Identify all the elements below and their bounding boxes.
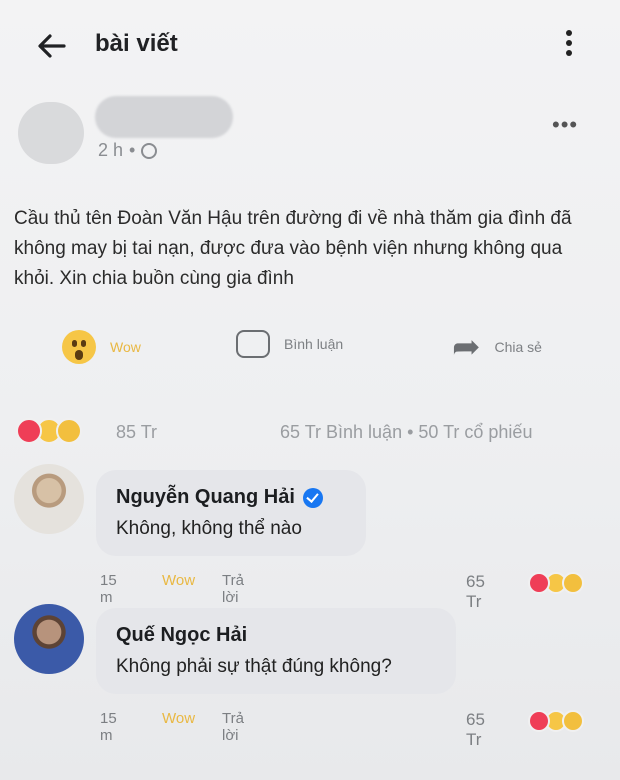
comments-shares-summary[interactable]: 65 Tr Bình luận • 50 Tr cổ phiếu [280, 422, 532, 443]
more-vertical-icon[interactable] [556, 26, 582, 66]
wow-emoji-icon [62, 330, 96, 364]
author-name-redacted[interactable] [95, 96, 233, 138]
post-meta: 2 h • [98, 140, 158, 161]
comment-react-button[interactable]: Wow [162, 710, 195, 727]
react-button[interactable]: Wow [62, 330, 141, 364]
comment-bubble [96, 470, 366, 556]
page-title: bài viết [95, 30, 178, 57]
love-reaction-icon [528, 710, 550, 732]
comment-reaction-icons[interactable] [528, 710, 584, 732]
commenter-name-text[interactable]: Quế Ngọc Hải [116, 624, 247, 647]
comment-button[interactable]: Bình luận [236, 330, 343, 358]
author-avatar[interactable] [18, 102, 84, 164]
commenter-name[interactable]: Nguyễn Quang Hải [116, 486, 323, 509]
comment-label: Bình luận [284, 336, 344, 352]
post-stats: 85 Tr 65 Tr Bình luận • 50 Tr cổ phiếu [0, 416, 620, 452]
react-label: Wow [110, 339, 141, 355]
sad-reaction-icon [562, 572, 584, 594]
share-button[interactable]: ➦ Chia sẻ [452, 330, 542, 364]
post-time: 2 h [98, 140, 124, 160]
globe-icon [141, 142, 158, 159]
back-arrow-icon[interactable] [34, 30, 70, 62]
share-icon: ➦ [452, 328, 481, 366]
sad-reaction-icon [562, 710, 584, 732]
comment-time: 15 m [100, 710, 117, 744]
more-horizontal-icon[interactable]: ••• [552, 112, 578, 138]
comment-reply-button[interactable]: Trả lời [222, 572, 244, 606]
share-label: Chia sẻ [494, 339, 542, 355]
comment-reply-button[interactable]: Trả lời [222, 710, 244, 744]
post-screen: bài viết 2 h • ••• Cầu thủ tên Đoàn Văn … [0, 0, 620, 780]
action-bar: Wow Bình luận ➦ Chia sẻ [0, 322, 620, 380]
comment-reaction-icons[interactable] [528, 572, 584, 594]
love-reaction-icon [528, 572, 550, 594]
comment-reaction-count[interactable]: 65 Tr [466, 572, 485, 612]
comment-text: Không phải sự thật đúng không? [116, 656, 392, 677]
commenter-avatar[interactable] [14, 604, 84, 674]
comment-icon [236, 330, 270, 358]
love-reaction-icon [16, 418, 42, 444]
commenter-name[interactable]: Quế Ngọc Hải [116, 624, 247, 647]
reaction-count[interactable]: 85 Tr [116, 422, 157, 443]
sad-reaction-icon [56, 418, 82, 444]
comment-text: Không, không thể nào [116, 518, 302, 539]
verified-badge-icon [302, 487, 323, 508]
reaction-icons[interactable] [16, 418, 82, 444]
commenter-name-text[interactable]: Nguyễn Quang Hải [116, 486, 295, 509]
top-bar: bài viết [0, 0, 620, 90]
comment-react-button[interactable]: Wow [162, 572, 195, 589]
post-text: Cầu thủ tên Đoàn Văn Hậu trên đường đi v… [14, 208, 572, 289]
comment-time: 15 m [100, 572, 117, 606]
commenter-avatar[interactable] [14, 464, 84, 534]
comment-reaction-count[interactable]: 65 Tr [466, 710, 485, 750]
comment-bubble [96, 608, 456, 694]
dot-separator: • [129, 140, 136, 160]
